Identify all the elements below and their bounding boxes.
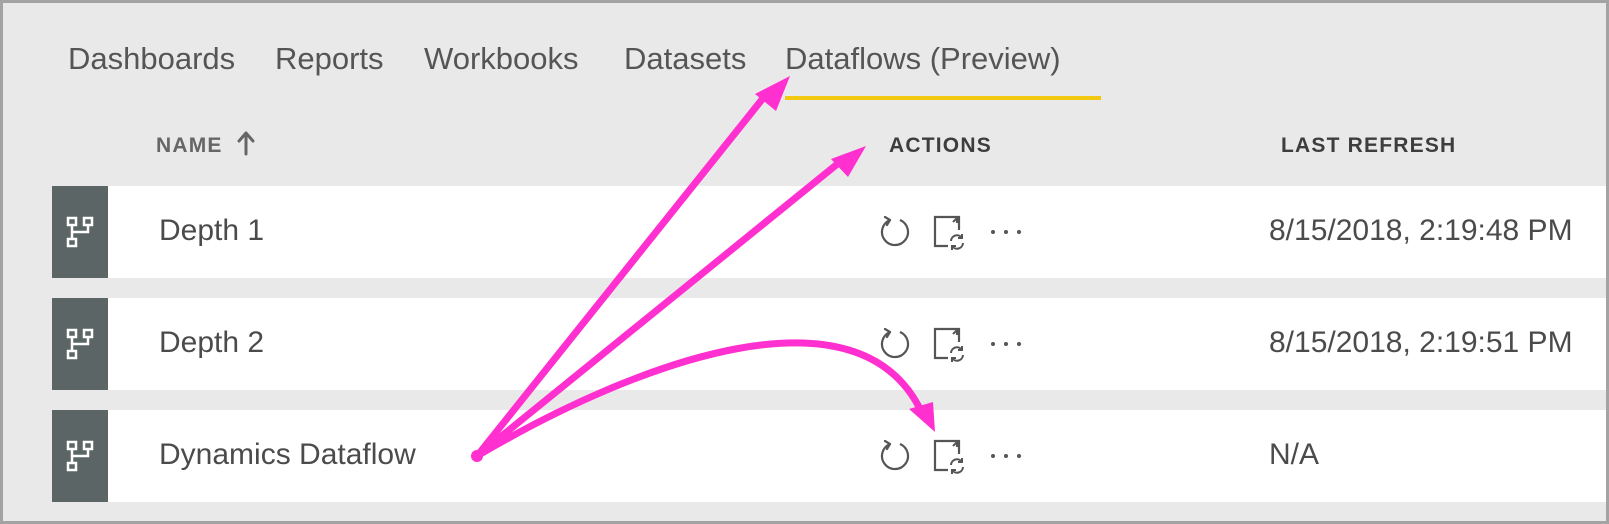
schedule-refresh-icon[interactable] — [932, 438, 968, 474]
tab-reports[interactable]: Reports — [275, 41, 384, 77]
more-options-icon[interactable] — [986, 326, 1026, 362]
table-row[interactable]: Dynamics Dataflow N/A — [52, 410, 1606, 502]
dataflow-name[interactable]: Dynamics Dataflow — [159, 438, 416, 472]
dataflow-name[interactable]: Depth 1 — [159, 214, 264, 248]
more-options-icon[interactable] — [986, 438, 1026, 474]
column-header-name[interactable]: NAME — [156, 134, 223, 158]
content-tabs: Dashboards Reports Workbooks Datasets Da… — [3, 3, 1606, 103]
table-row[interactable]: Depth 1 8/15/2018, 2:19:48 PM — [52, 186, 1606, 278]
tab-dashboards[interactable]: Dashboards — [68, 41, 235, 77]
refresh-icon[interactable] — [877, 438, 913, 474]
tab-workbooks[interactable]: Workbooks — [424, 41, 579, 77]
last-refresh-value: 8/15/2018, 2:19:51 PM — [1269, 326, 1573, 359]
tab-dataflows[interactable]: Dataflows (Preview) — [785, 41, 1061, 77]
last-refresh-value: N/A — [1269, 438, 1320, 471]
table-row[interactable]: Depth 2 8/15/2018, 2:19:51 PM — [52, 298, 1606, 390]
column-header-last-refresh[interactable]: LAST REFRESH — [1281, 134, 1456, 158]
dataflow-icon — [52, 410, 108, 502]
schedule-refresh-icon[interactable] — [932, 214, 968, 250]
dataflow-icon — [52, 186, 108, 278]
more-options-icon[interactable] — [986, 214, 1026, 250]
workspace-content-frame: Dashboards Reports Workbooks Datasets Da… — [0, 0, 1609, 524]
column-header-actions: ACTIONS — [889, 134, 992, 157]
tab-datasets[interactable]: Datasets — [624, 41, 746, 77]
dataflow-name[interactable]: Depth 2 — [159, 326, 264, 360]
active-tab-underline — [785, 96, 1101, 100]
dataflow-icon — [52, 298, 108, 390]
schedule-refresh-icon[interactable] — [932, 326, 968, 362]
refresh-icon[interactable] — [877, 214, 913, 250]
sort-ascending-icon[interactable] — [236, 130, 256, 156]
last-refresh-value: 8/15/2018, 2:19:48 PM — [1269, 214, 1573, 247]
refresh-icon[interactable] — [877, 326, 913, 362]
